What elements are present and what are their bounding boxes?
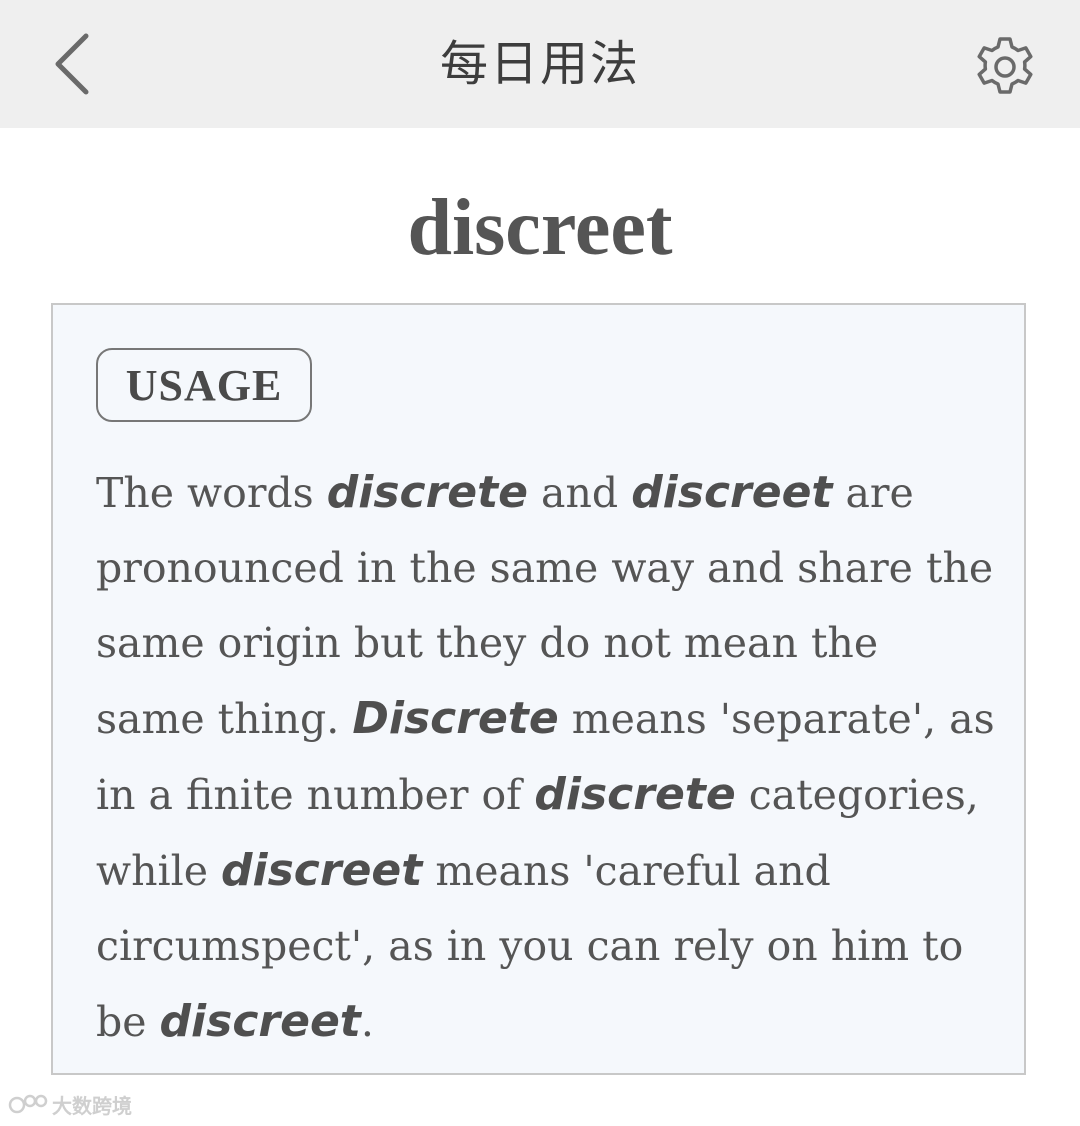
- usage-emphasis: discreet: [631, 467, 833, 518]
- usage-text-segment: .: [360, 998, 374, 1046]
- gear-icon: [977, 37, 1033, 94]
- usage-text-segment: The words: [96, 469, 327, 517]
- usage-emphasis: discrete: [326, 467, 529, 518]
- usage-badge: USAGE: [96, 348, 312, 422]
- watermark-text: 大数跨境: [52, 1094, 132, 1118]
- usage-emphasis: discreet: [159, 996, 361, 1047]
- watermark: 大数跨境: [8, 1090, 132, 1119]
- usage-emphasis: discrete: [534, 769, 736, 820]
- usage-emphasis: discreet: [221, 845, 423, 896]
- top-bar: 每日用法: [0, 0, 1080, 128]
- watermark-logo-icon: [8, 1094, 48, 1113]
- headword: discreet: [407, 184, 673, 272]
- page-title: 每日用法: [439, 36, 640, 92]
- back-button[interactable]: [36, 28, 108, 100]
- usage-card: USAGE The words discrete and discreet ar…: [51, 303, 1026, 1075]
- chevron-left-icon: [55, 33, 89, 95]
- usage-text-segment: and: [528, 469, 632, 517]
- usage-text: The words discrete and discreet are pron…: [96, 455, 996, 1060]
- usage-emphasis: Discrete: [352, 693, 559, 744]
- settings-button[interactable]: [966, 28, 1044, 106]
